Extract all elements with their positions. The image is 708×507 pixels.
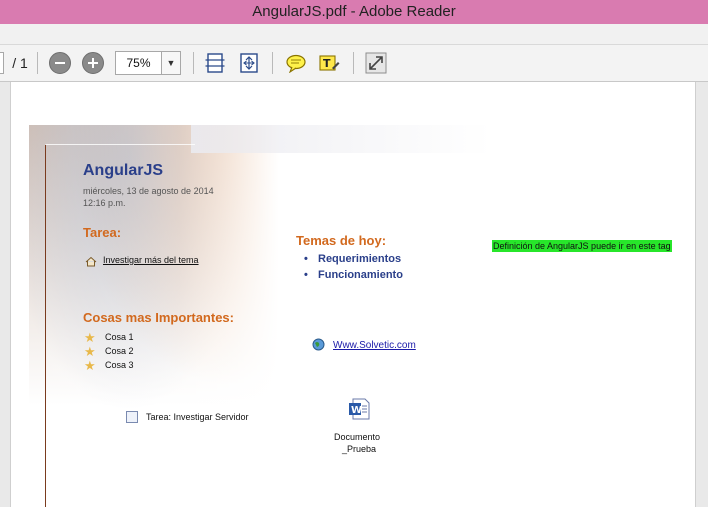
star-icon: ★ [84, 358, 96, 373]
toolbar-separator [272, 52, 273, 74]
attachment-name-line1: Documento [334, 432, 381, 442]
fit-width-button[interactable] [236, 45, 262, 81]
solvetic-link[interactable]: Www.Solvetic.com [333, 340, 416, 351]
cosas-heading: Cosas mas Importantes: [83, 310, 234, 325]
highlighted-tag: Definición de AngularJS puede ir en este… [492, 240, 672, 252]
fit-page-icon [205, 53, 225, 73]
toolbar-separator [193, 52, 194, 74]
minus-icon [49, 52, 71, 74]
expand-icon [365, 52, 387, 74]
plus-icon [82, 52, 104, 74]
tarea-heading: Tarea: [83, 225, 122, 240]
document-viewport[interactable]: AngularJS miércoles, 13 de agosto de 201… [0, 82, 708, 507]
toolbar-separator [37, 52, 38, 74]
list-item: Cosa 1 [105, 332, 134, 342]
note-time: 12:16 p.m. [83, 198, 126, 208]
zoom-value: 75% [126, 56, 151, 70]
comment-button[interactable] [283, 45, 309, 81]
toolbar: / 1 75% ▼ T [0, 45, 708, 82]
home-icon [85, 254, 97, 272]
attachment-name-line2: _Prueba [342, 444, 377, 454]
highlight-text-button[interactable]: T [316, 45, 342, 81]
fit-page-button[interactable] [203, 45, 227, 81]
window-title: AngularJS.pdf - Adobe Reader [252, 3, 456, 20]
full-screen-button[interactable] [363, 45, 389, 81]
pdf-page: AngularJS miércoles, 13 de agosto de 201… [10, 82, 696, 507]
fit-width-icon [240, 53, 258, 73]
task-label: Tarea: Investigar Servidor [146, 412, 249, 422]
menu-bar [0, 24, 708, 45]
list-item: Requerimientos [318, 253, 402, 265]
list-item-bullet: • [304, 253, 308, 265]
list-item-bullet: • [304, 269, 308, 281]
page-margin-line [45, 144, 46, 507]
note-date: miércoles, 13 de agosto de 2014 [83, 186, 214, 196]
list-item: Cosa 2 [105, 346, 134, 356]
speech-bubble-icon [286, 54, 306, 73]
svg-text:T: T [323, 57, 331, 70]
page-number-input[interactable] [0, 45, 4, 81]
list-item: Funcionamiento [318, 269, 403, 281]
toolbar-separator [353, 52, 354, 74]
globe-icon [312, 338, 325, 356]
highlight-text-icon: T [319, 55, 340, 71]
word-document-icon[interactable]: W [347, 397, 371, 426]
header-band [191, 125, 491, 153]
zoom-select[interactable]: 75% ▼ [114, 45, 182, 81]
svg-text:W: W [351, 405, 362, 416]
zoom-out-button[interactable] [48, 45, 72, 81]
chevron-down-icon[interactable]: ▼ [161, 52, 180, 74]
window-title-bar: AngularJS.pdf - Adobe Reader [0, 0, 708, 24]
temas-heading: Temas de hoy: [296, 233, 387, 248]
zoom-in-button[interactable] [81, 45, 105, 81]
page-total-label: / 1 [12, 55, 28, 71]
list-item: Cosa 3 [105, 360, 134, 370]
header-line [45, 144, 195, 145]
tarea-item[interactable]: Investigar más del tema [103, 255, 199, 265]
task-checkbox[interactable] [126, 411, 138, 423]
note-title: AngularJS [83, 162, 164, 179]
